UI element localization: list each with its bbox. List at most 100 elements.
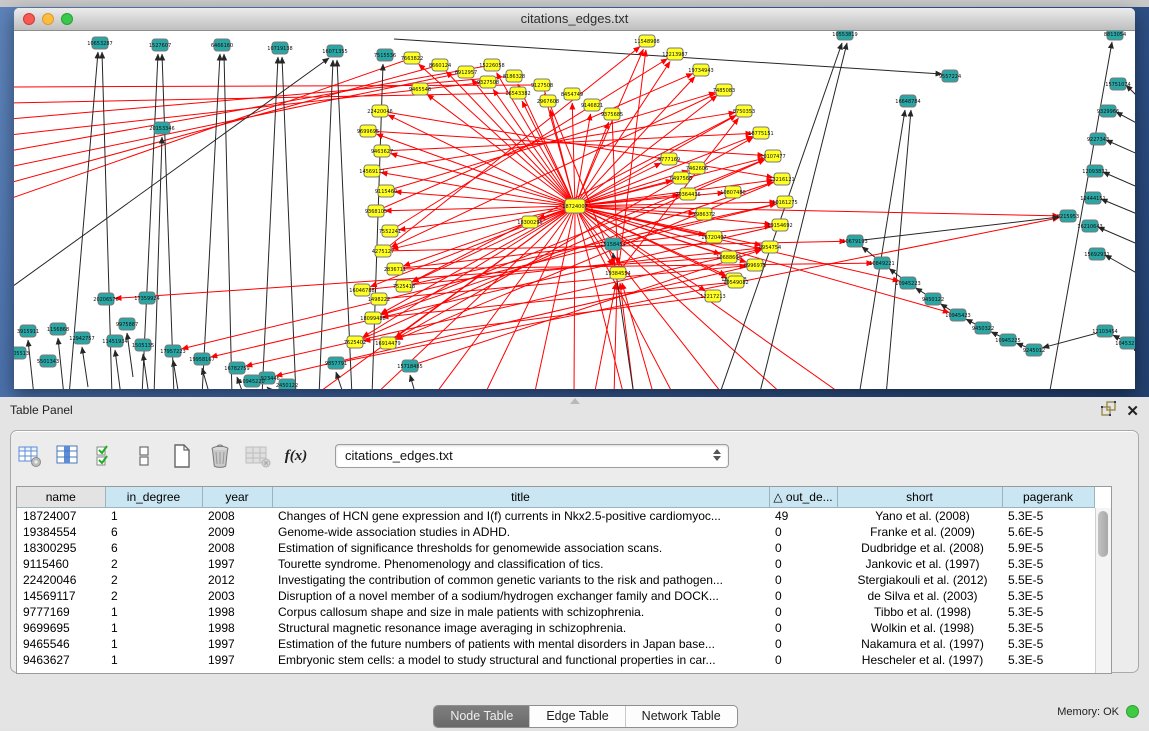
column-header-short[interactable]: short [837,487,1002,508]
memory-ok-icon [1126,705,1139,718]
svg-text:19958167: 19958167 [189,357,214,363]
svg-text:20364436: 20364436 [675,192,700,198]
new-document-icon[interactable] [169,443,195,469]
svg-text:10719138: 10719138 [267,46,292,52]
column-header-in-degree[interactable]: in_degree [105,487,202,508]
svg-text:15226058: 15226058 [479,63,504,69]
column-header-title[interactable]: title [272,487,769,508]
svg-text:19384554: 19384554 [605,271,630,277]
svg-text:11451934: 11451934 [102,339,127,345]
splitter-handle[interactable] [570,398,580,404]
table-row[interactable]: 1456911722003Disruption of a novel membe… [17,588,1094,604]
float-panel-icon[interactable] [1100,401,1116,422]
svg-text:8454749: 8454749 [561,92,583,98]
svg-text:16914479: 16914479 [375,341,400,347]
svg-text:9699695: 9699695 [357,129,379,135]
disabled-table-icon [245,443,271,469]
svg-text:9857791: 9857791 [325,361,347,367]
svg-text:16720407: 16720407 [701,235,726,241]
function-icon[interactable]: f(x) [283,443,309,469]
svg-text:12444151: 12444151 [1080,196,1105,202]
svg-text:7663822: 7663822 [401,56,423,62]
svg-text:10107477: 10107477 [760,154,785,160]
svg-text:9127508: 9127508 [531,83,553,89]
svg-text:10945423: 10945423 [945,313,970,319]
svg-text:9146821: 9146821 [581,103,603,109]
table-row[interactable]: 1872400712008Changes of HCN gene express… [17,508,1094,525]
svg-text:2967608: 2967608 [537,99,559,105]
svg-text:9115460: 9115460 [375,189,397,195]
close-panel-icon[interactable]: ✕ [1126,404,1139,420]
table-settings-icon[interactable] [17,443,43,469]
svg-text:9557224: 9557224 [939,74,961,80]
svg-text:12942757: 12942757 [69,336,94,342]
svg-text:9368105: 9368105 [365,209,387,215]
column-select-icon[interactable] [55,443,81,469]
svg-text:10653287: 10653287 [87,41,112,47]
svg-text:10549082: 10549082 [723,280,748,286]
rows-icon[interactable] [131,443,157,469]
svg-text:12093832: 12093832 [1082,169,1107,175]
table-row[interactable]: 911546021997Tourette syndrome. Phenomeno… [17,556,1094,572]
column-header-year[interactable]: year [202,487,272,508]
svg-text:10553819: 10553819 [832,32,857,38]
network-window[interactable]: citations_edges.txt 10653287152760764661… [14,8,1135,389]
svg-text:22420046: 22420046 [367,109,392,115]
svg-text:9327508: 9327508 [477,80,499,86]
svg-text:10161275: 10161275 [772,200,797,206]
svg-text:2450122: 2450122 [276,383,298,389]
column-header-out-de-[interactable]: △ out_de... [769,487,837,508]
svg-text:1498222: 1498222 [368,297,390,303]
window-titlebar[interactable]: citations_edges.txt [14,8,1135,31]
svg-text:2836711: 2836711 [384,267,406,273]
svg-text:3915911: 3915911 [17,329,39,335]
svg-text:12103454: 12103454 [1092,329,1117,335]
svg-text:18300295: 18300295 [517,220,542,226]
svg-text:7485083: 7485083 [713,88,735,94]
table-row[interactable]: 2242004622012Investigating the contribut… [17,572,1094,588]
svg-text:7986372: 7986372 [693,212,715,218]
svg-text:11548908: 11548908 [634,39,659,45]
svg-text:19154692: 19154692 [767,223,792,229]
svg-text:10849221: 10849221 [869,261,894,267]
svg-text:8186328: 8186328 [503,74,525,80]
table-row[interactable]: 1938455462009Genome-wide association stu… [17,524,1094,540]
svg-text:1527607: 1527607 [149,43,171,49]
svg-text:9463627: 9463627 [371,149,393,155]
table-row[interactable]: 1830029562008Estimation of significance … [17,540,1094,556]
svg-text:10679193: 10679193 [842,239,867,245]
column-header-pagerank[interactable]: pagerank [1002,487,1094,508]
svg-text:16648784: 16648784 [895,99,920,105]
column-header-name[interactable]: name [17,487,105,508]
node-table: namein_degreeyeartitle△ out_de...shortpa… [16,486,1112,674]
table-scrollbar[interactable] [1095,508,1111,673]
table-row[interactable]: 977716911998Corpus callosum shape and si… [17,604,1094,620]
scrollbar-thumb[interactable] [1098,511,1108,557]
table-selector-dropdown[interactable]: citations_edges.txt [335,444,729,468]
svg-text:9450122: 9450122 [922,297,944,303]
svg-text:18775151: 18775151 [748,131,773,137]
svg-text:15158454: 15158454 [600,242,625,248]
svg-text:16543382: 16543382 [505,91,530,97]
svg-text:4275127: 4275127 [372,249,394,255]
trash-icon[interactable] [207,443,233,469]
table-panel: Table Panel ✕ [0,397,1149,727]
svg-text:20206576: 20206576 [93,297,118,303]
select-all-icon[interactable] [93,443,119,469]
table-row[interactable]: 946362711997Embryonic stem cells: a mode… [17,652,1094,668]
svg-text:7525418: 7525418 [393,284,415,290]
network-canvas[interactable]: 1065328715276076466160107191381607135575… [14,31,1135,389]
svg-text:8996975: 8996975 [744,263,766,269]
svg-text:9245012: 9245012 [1023,348,1045,354]
svg-text:14569117: 14569117 [359,169,384,175]
svg-text:9450322: 9450322 [972,326,994,332]
table-row[interactable]: 946554611997Estimation of the future num… [17,636,1094,652]
svg-text:10945220: 10945220 [239,379,264,385]
svg-text:9227343: 9227343 [1087,137,1109,143]
window-title: citations_edges.txt [14,11,1135,26]
svg-text:7625402: 7625402 [344,340,366,346]
svg-text:9975887: 9975887 [116,322,138,328]
table-row[interactable]: 969969511998Structural magnetic resonanc… [17,620,1094,636]
svg-text:9329966: 9329966 [1097,109,1119,115]
dropdown-stepper-icon [713,449,721,461]
